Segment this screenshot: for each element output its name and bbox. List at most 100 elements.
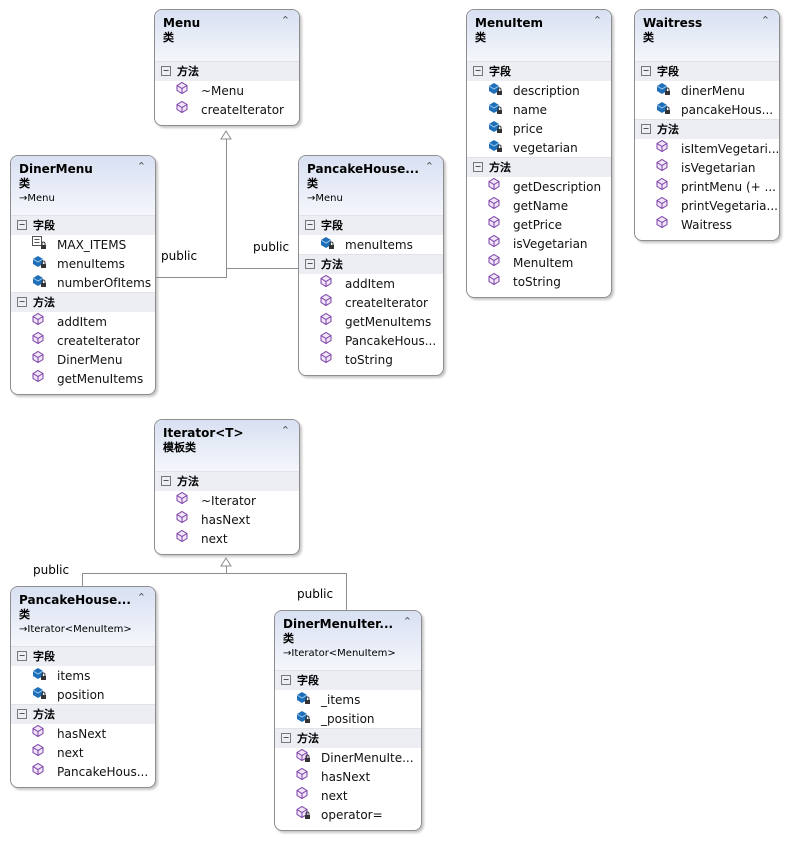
member-row[interactable]: Waitress: [635, 215, 779, 234]
member-row[interactable]: addItem: [299, 274, 443, 293]
class-box-pancakeiter[interactable]: PancakeHouse... 类 →Iterator<MenuItem> ⌃ −…: [10, 586, 156, 788]
member-row[interactable]: numberOfItems: [11, 273, 155, 292]
member-row[interactable]: toString: [467, 272, 611, 291]
section-header[interactable]: − 方法: [155, 61, 299, 81]
member-row[interactable]: _position: [275, 709, 421, 728]
collapse-icon[interactable]: ⌃: [761, 14, 770, 27]
section-header[interactable]: − 字段: [11, 215, 155, 235]
class-header[interactable]: PancakeHouse... 类 →Iterator<MenuItem> ⌃: [11, 587, 155, 646]
member-row[interactable]: getMenuItems: [299, 312, 443, 331]
member-row[interactable]: menuItems: [299, 235, 443, 254]
member-row[interactable]: next: [155, 529, 299, 548]
member-row[interactable]: printMenu (+ ...: [635, 177, 779, 196]
minus-toggle-icon[interactable]: −: [281, 675, 291, 685]
member-row[interactable]: operator=: [275, 805, 421, 824]
member-row[interactable]: name: [467, 100, 611, 119]
section-header[interactable]: − 方法: [299, 254, 443, 274]
minus-toggle-icon[interactable]: −: [17, 709, 27, 719]
minus-toggle-icon[interactable]: −: [473, 66, 483, 76]
section-header[interactable]: − 方法: [275, 728, 421, 748]
member-row[interactable]: menuItems: [11, 254, 155, 273]
section-header[interactable]: − 字段: [299, 215, 443, 235]
minus-toggle-icon[interactable]: −: [17, 297, 27, 307]
collapse-icon[interactable]: ⌃: [137, 591, 146, 604]
minus-toggle-icon[interactable]: −: [17, 651, 27, 661]
member-row[interactable]: _items: [275, 690, 421, 709]
member-row[interactable]: createIterator: [155, 100, 299, 119]
section-header[interactable]: − 字段: [635, 61, 779, 81]
member-row[interactable]: pancakeHous...: [635, 100, 779, 119]
member-row[interactable]: printVegetaria...: [635, 196, 779, 215]
member-row[interactable]: hasNext: [275, 767, 421, 786]
collapse-icon[interactable]: ⌃: [281, 14, 290, 27]
section-header[interactable]: − 方法: [467, 157, 611, 177]
class-box-menuitem[interactable]: MenuItem 类 ⌃ − 字段 description name price veget…: [466, 9, 612, 298]
member-row[interactable]: getName: [467, 196, 611, 215]
collapse-icon[interactable]: ⌃: [593, 14, 602, 27]
class-box-iterator[interactable]: Iterator<T> 模板类 ⌃ − 方法 ~Iterator hasNext next: [154, 419, 300, 555]
member-row[interactable]: hasNext: [155, 510, 299, 529]
member-row[interactable]: ~Iterator: [155, 491, 299, 510]
member-row[interactable]: getMenuItems: [11, 369, 155, 388]
member-row[interactable]: hasNext: [11, 724, 155, 743]
minus-toggle-icon[interactable]: −: [305, 259, 315, 269]
class-header[interactable]: MenuItem 类 ⌃: [467, 10, 611, 61]
class-box-pancakehouse[interactable]: PancakeHouse... 类 →Menu ⌃ − 字段 menuItems − 方法…: [298, 155, 444, 376]
member-row[interactable]: isItemVegetari...: [635, 139, 779, 158]
class-header[interactable]: Menu 类 ⌃: [155, 10, 299, 61]
member-row[interactable]: dinerMenu: [635, 81, 779, 100]
section-header[interactable]: − 方法: [11, 292, 155, 312]
section-header[interactable]: − 字段: [275, 670, 421, 690]
method-icon: [319, 293, 345, 312]
minus-toggle-icon[interactable]: −: [161, 476, 171, 486]
member-row[interactable]: createIterator: [299, 293, 443, 312]
member-row[interactable]: PancakeHous...: [299, 331, 443, 350]
section-header[interactable]: − 方法: [635, 119, 779, 139]
member-row[interactable]: next: [275, 786, 421, 805]
minus-toggle-icon[interactable]: −: [281, 733, 291, 743]
collapse-icon[interactable]: ⌃: [403, 615, 412, 628]
class-header[interactable]: DinerMenuIter... 类 →Iterator<MenuItem> ⌃: [275, 611, 421, 670]
member-row[interactable]: price: [467, 119, 611, 138]
member-row[interactable]: getPrice: [467, 215, 611, 234]
class-header[interactable]: Iterator<T> 模板类 ⌃: [155, 420, 299, 471]
member-row[interactable]: PancakeHous...: [11, 762, 155, 781]
member-row[interactable]: ~Menu: [155, 81, 299, 100]
minus-toggle-icon[interactable]: −: [641, 66, 651, 76]
minus-toggle-icon[interactable]: −: [641, 124, 651, 134]
member-row[interactable]: vegetarian: [467, 138, 611, 157]
class-header[interactable]: PancakeHouse... 类 →Menu ⌃: [299, 156, 443, 215]
section-header[interactable]: − 方法: [11, 704, 155, 724]
minus-toggle-icon[interactable]: −: [17, 220, 27, 230]
minus-toggle-icon[interactable]: −: [473, 162, 483, 172]
member-row[interactable]: toString: [299, 350, 443, 369]
section-label: 方法: [657, 123, 679, 136]
member-row[interactable]: addItem: [11, 312, 155, 331]
member-row[interactable]: items: [11, 666, 155, 685]
member-row[interactable]: getDescription: [467, 177, 611, 196]
collapse-icon[interactable]: ⌃: [425, 160, 434, 173]
minus-toggle-icon[interactable]: −: [305, 220, 315, 230]
section-header[interactable]: − 字段: [467, 61, 611, 81]
class-box-menu[interactable]: Menu 类 ⌃ − 方法 ~Menu createIterator: [154, 9, 300, 126]
class-header[interactable]: DinerMenu 类 →Menu ⌃: [11, 156, 155, 215]
class-header[interactable]: Waitress 类 ⌃: [635, 10, 779, 61]
member-row[interactable]: isVegetarian: [467, 234, 611, 253]
section-header[interactable]: − 方法: [155, 471, 299, 491]
class-box-dinermenu[interactable]: DinerMenu 类 →Menu ⌃ − 字段 MAX_ITEMS menuItems…: [10, 155, 156, 395]
minus-toggle-icon[interactable]: −: [161, 66, 171, 76]
collapse-icon[interactable]: ⌃: [137, 160, 146, 173]
member-row[interactable]: next: [11, 743, 155, 762]
member-row[interactable]: isVegetarian: [635, 158, 779, 177]
member-row[interactable]: DinerMenu: [11, 350, 155, 369]
class-box-dineriter[interactable]: DinerMenuIter... 类 →Iterator<MenuItem> ⌃…: [274, 610, 422, 831]
member-row[interactable]: createIterator: [11, 331, 155, 350]
collapse-icon[interactable]: ⌃: [281, 424, 290, 437]
class-box-waitress[interactable]: Waitress 类 ⌃ − 字段 dinerMenu pancakeHous... − 方…: [634, 9, 780, 241]
member-row[interactable]: description: [467, 81, 611, 100]
member-row[interactable]: DinerMenuIte...: [275, 748, 421, 767]
member-row[interactable]: position: [11, 685, 155, 704]
member-row[interactable]: MAX_ITEMS: [11, 235, 155, 254]
member-row[interactable]: MenuItem: [467, 253, 611, 272]
section-header[interactable]: − 字段: [11, 646, 155, 666]
